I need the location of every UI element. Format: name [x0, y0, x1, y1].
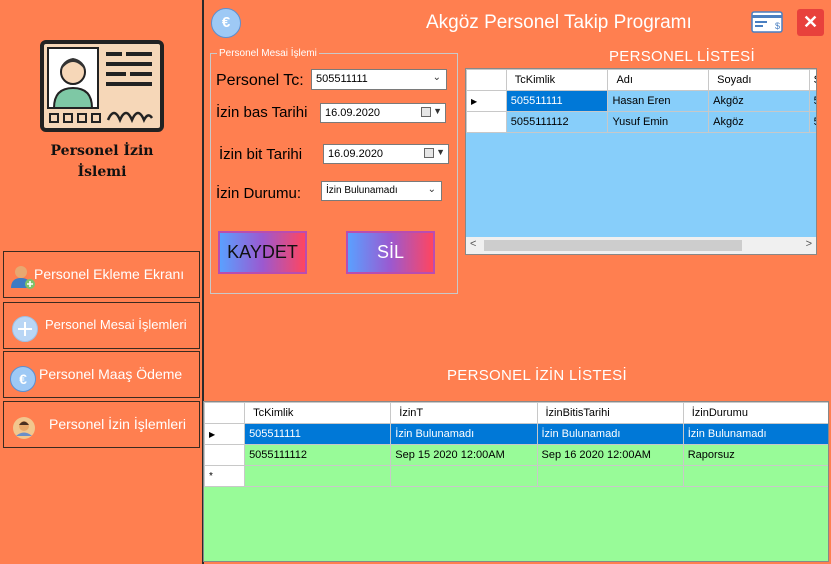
- euro-icon[interactable]: €: [211, 8, 241, 38]
- add-user-icon: [10, 264, 36, 290]
- dropdown-arrow-icon[interactable]: ▼: [436, 147, 445, 157]
- row-header-cell: [204, 402, 246, 424]
- row-header-cell: [466, 69, 507, 91]
- tc-combobox[interactable]: 505511111 ⌄: [311, 69, 447, 90]
- row-pointer-icon: ▶: [204, 423, 246, 445]
- grid-header-row: TcKimlik İzinT İzinBitisTarihi İzinDurum…: [204, 402, 828, 424]
- table-cell[interactable]: 5055111112: [505, 111, 609, 133]
- sidebar-title-line2: İslemi: [77, 164, 127, 180]
- column-header[interactable]: İzinT: [390, 402, 538, 424]
- start-date-value: 16.09.2020: [325, 107, 381, 119]
- status-value: İzin Bulunamadı: [326, 185, 398, 196]
- status-label: İzin Durumu:: [216, 185, 302, 202]
- column-header[interactable]: TcKimlik: [505, 69, 609, 91]
- table-cell[interactable]: İzin Bulunamadı: [390, 423, 538, 445]
- table-cell[interactable]: İzin Bulunamadı: [536, 423, 684, 445]
- table-cell[interactable]: 505511111: [505, 90, 609, 112]
- table-cell[interactable]: 5: [808, 111, 816, 133]
- plus-circle-icon: [12, 316, 38, 342]
- leave-list-title: PERSONEL İZİN LİSTESİ: [447, 367, 627, 384]
- chevron-down-icon[interactable]: ⌄: [428, 184, 436, 195]
- table-cell[interactable]: 505511111: [244, 423, 392, 445]
- table-cell[interactable]: 5055111112: [244, 444, 392, 466]
- window-title: Akgöz Personel Takip Programı: [426, 12, 692, 33]
- end-date-label: İzin bit Tarihi: [219, 146, 303, 163]
- column-header[interactable]: Soyadı: [708, 69, 810, 91]
- table-cell[interactable]: [244, 465, 392, 487]
- new-row[interactable]: *: [204, 465, 828, 487]
- scrollbar-thumb[interactable]: [484, 240, 742, 251]
- table-row[interactable]: ▶ 505511111 Hasan Eren Akgöz 5: [466, 90, 816, 112]
- delete-button-label: SİL: [376, 242, 405, 262]
- table-cell[interactable]: Sep 16 2020 12:00AM: [536, 444, 684, 466]
- save-button[interactable]: KAYDET: [218, 231, 307, 274]
- calendar-icon[interactable]: [424, 148, 434, 158]
- table-cell[interactable]: Raporsuz: [682, 444, 828, 466]
- status-combobox[interactable]: İzin Bulunamadı ⌄: [321, 181, 442, 201]
- table-cell[interactable]: İzin Bulunamadı: [682, 423, 828, 445]
- table-cell[interactable]: [682, 465, 828, 487]
- sidebar-item-maas[interactable]: € Personel Maaş Ödeme: [3, 351, 200, 398]
- close-button[interactable]: ✕: [797, 9, 824, 36]
- scroll-right-icon[interactable]: >: [806, 238, 812, 250]
- scroll-left-icon[interactable]: <: [470, 238, 476, 250]
- new-row-marker: *: [204, 465, 246, 487]
- column-header[interactable]: TcKimlik: [244, 402, 392, 424]
- svg-text:$: $: [775, 21, 780, 31]
- table-cell[interactable]: 5: [808, 90, 816, 112]
- column-header[interactable]: Adı: [607, 69, 710, 91]
- user-avatar-icon: [12, 416, 38, 442]
- table-cell[interactable]: Yusuf Emin: [607, 111, 710, 133]
- calendar-icon[interactable]: [421, 107, 431, 117]
- end-date-value: 16.09.2020: [328, 148, 384, 160]
- sidebar-item-label: Personel İzin İşlemleri: [49, 416, 186, 432]
- table-cell[interactable]: [390, 465, 538, 487]
- group-title: Personel Mesai İşlemi: [219, 48, 317, 59]
- table-row[interactable]: 5055111112 Yusuf Emin Akgöz 5: [466, 111, 816, 133]
- tc-value: 505511111: [316, 73, 368, 85]
- row-pointer-icon: ▶: [466, 90, 507, 112]
- payment-card-icon[interactable]: $: [751, 11, 783, 33]
- table-cell[interactable]: Akgöz: [708, 90, 810, 112]
- sidebar-item-izin[interactable]: Personel İzin İşlemleri: [3, 401, 200, 448]
- id-card-icon: [40, 40, 164, 132]
- sidebar-item-label: Personel Ekleme Ekranı: [34, 266, 185, 282]
- end-date-picker[interactable]: 16.09.2020 ▼: [323, 144, 449, 164]
- chevron-down-icon[interactable]: ⌄: [433, 72, 441, 83]
- sidebar-item-label: Personel Maaş Ödeme: [39, 366, 183, 382]
- delete-button[interactable]: SİL: [346, 231, 435, 274]
- euro-icon: €: [10, 366, 36, 392]
- sidebar-title: Personel İzin İslemi: [30, 141, 174, 183]
- column-header[interactable]: S: [808, 69, 816, 91]
- table-cell[interactable]: Sep 15 2020 12:00AM: [390, 444, 538, 466]
- sidebar-item-label: Personel Mesai İşlemleri: [45, 317, 187, 332]
- table-row[interactable]: ▶ 505511111 İzin Bulunamadı İzin Bulunam…: [204, 423, 828, 445]
- table-cell[interactable]: Hasan Eren: [607, 90, 710, 112]
- close-icon: ✕: [802, 12, 819, 32]
- personnel-grid[interactable]: TcKimlik Adı Soyadı S ▶ 505511111 Hasan …: [465, 68, 817, 255]
- table-cell[interactable]: Akgöz: [708, 111, 810, 133]
- tc-label: Personel Tc:: [216, 72, 304, 89]
- dropdown-arrow-icon[interactable]: ▼: [433, 106, 442, 116]
- horizontal-scrollbar[interactable]: < >: [466, 237, 816, 254]
- sidebar-item-personel-ekleme[interactable]: Personel Ekleme Ekranı: [3, 251, 200, 298]
- row-header-cell: [466, 111, 507, 133]
- table-cell[interactable]: [536, 465, 684, 487]
- row-header-cell: [204, 444, 246, 466]
- sidebar-title-line1: Personel İzin: [50, 143, 154, 159]
- start-date-picker[interactable]: 16.09.2020 ▼: [320, 103, 446, 123]
- column-header[interactable]: İzinBitisTarihi: [536, 402, 684, 424]
- leave-grid[interactable]: TcKimlik İzinT İzinBitisTarihi İzinDurum…: [203, 401, 829, 562]
- grid-header-row: TcKimlik Adı Soyadı S: [466, 69, 816, 91]
- personnel-list-title: PERSONEL LİSTESİ: [609, 48, 755, 65]
- sidebar-item-mesai[interactable]: Personel Mesai İşlemleri: [3, 302, 200, 349]
- save-button-label: KAYDET: [227, 242, 298, 262]
- start-date-label: İzin bas Tarihi: [216, 104, 308, 121]
- table-row[interactable]: 5055111112 Sep 15 2020 12:00AM Sep 16 20…: [204, 444, 828, 466]
- column-header[interactable]: İzinDurumu: [682, 402, 828, 424]
